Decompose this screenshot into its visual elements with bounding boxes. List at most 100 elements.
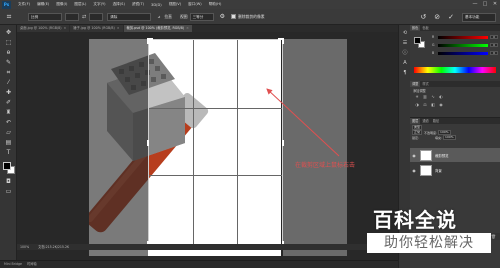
tab-channels[interactable]: 通道 [420, 118, 430, 124]
watermark-title: 百科全说 [373, 208, 457, 232]
text-tool-icon[interactable]: T [3, 148, 14, 157]
red-slider[interactable] [438, 36, 488, 39]
swap-icon[interactable]: ⇄ [82, 14, 86, 20]
blend-mode-select[interactable]: 正常 [412, 130, 423, 135]
exposure-icon[interactable]: ◐ [438, 94, 444, 100]
quick-mask-icon[interactable]: ◘ [3, 177, 14, 186]
tab-paths[interactable]: 路径 [431, 118, 441, 124]
stamp-tool-icon[interactable]: ♜ [3, 108, 14, 117]
blue-slider[interactable] [438, 52, 488, 55]
tab-mini-bridge[interactable]: Mini Bridge [4, 262, 22, 266]
properties-icon[interactable]: ☰ [401, 39, 409, 47]
marquee-tool-icon[interactable]: ⬚ [3, 38, 14, 47]
close-icon[interactable]: × [64, 26, 67, 30]
crop-tool-icon[interactable]: ⌗ [4, 12, 14, 22]
menu-select[interactable]: 选择(S) [113, 2, 125, 7]
menu-edit[interactable]: 编辑(E) [37, 2, 49, 7]
view-label: 视图 [179, 13, 188, 19]
paragraph-icon[interactable]: ¶ [401, 69, 409, 77]
layer-name[interactable]: 裁剪预览 [435, 153, 449, 158]
color-spectrum[interactable] [414, 67, 496, 73]
minimize-button[interactable]: — [470, 0, 480, 9]
menu-layer[interactable]: 图层(L) [74, 2, 86, 7]
levels-icon[interactable]: ▥ [422, 94, 428, 100]
blue-value[interactable]: 0 [490, 51, 498, 55]
character-icon[interactable]: A [401, 59, 409, 67]
gear-icon[interactable]: ⚙ [220, 13, 225, 20]
info-icon[interactable]: ⓘ [401, 49, 409, 57]
green-slider[interactable] [438, 44, 488, 47]
history-icon[interactable]: ⟲ [401, 29, 409, 37]
green-value[interactable]: 0 [490, 43, 498, 47]
view-select[interactable]: 三等分 [189, 12, 214, 21]
healing-tool-icon[interactable]: ✚ [3, 88, 14, 97]
cancel-icon[interactable]: ⊘ [434, 13, 440, 21]
adjustments-panel: 调整 样式 添加调整 ☀ ▥ ∿ ◐ ◑ ⚖ ◧ ◉ [410, 81, 500, 111]
eye-icon[interactable]: ◉ [410, 153, 418, 158]
menu-view[interactable]: 视图(V) [169, 2, 181, 7]
eyedropper-tool-icon[interactable]: ⁄ [3, 78, 14, 87]
straighten-label[interactable]: 拉直 [164, 14, 172, 20]
tab-label: 桌面.jpg @ 100% (RGB/8) [20, 26, 62, 30]
fill-field[interactable]: 100% [443, 135, 456, 140]
layer-name[interactable]: 背景 [435, 168, 442, 173]
screen-mode-icon[interactable]: ▭ [3, 187, 14, 196]
annotation-arrow [266, 88, 340, 157]
menu-filter[interactable]: 滤镜(T) [132, 2, 144, 7]
crop-tool-icon[interactable]: ⌗ [3, 68, 14, 77]
zoom-level[interactable]: 100% [20, 245, 29, 249]
close-icon[interactable]: × [186, 26, 189, 30]
foreground-color-swatch[interactable] [3, 162, 11, 170]
menu-window[interactable]: 窗口(W) [188, 2, 202, 7]
close-icon[interactable]: × [117, 26, 120, 30]
history-brush-icon[interactable]: ↶ [3, 118, 14, 127]
canvas-workspace[interactable]: 在裁剪区域上鼠标右击 [17, 32, 398, 260]
workspace-select[interactable]: 基本功能 [462, 12, 496, 22]
reset-icon[interactable]: ↺ [420, 13, 426, 21]
menu-type[interactable]: 文字(Y) [93, 2, 105, 7]
lasso-tool-icon[interactable]: ɵ [3, 48, 14, 57]
red-value[interactable]: 0 [490, 35, 498, 39]
curves-icon[interactable]: ∿ [430, 94, 436, 100]
height-field[interactable] [89, 12, 104, 21]
lock-label: 锁定: [412, 135, 420, 140]
foreground-color-swatch[interactable] [414, 37, 421, 44]
tab-crop[interactable]: 裁剪.psd @ 100% (裁剪预览, RGB/8) × [123, 25, 192, 32]
maximize-button[interactable]: □ [480, 0, 490, 9]
hue-icon[interactable]: ◑ [414, 102, 420, 108]
straighten-icon[interactable]: ⊿ [157, 14, 160, 19]
doc-info[interactable]: 文档:215.2K/215.2K [38, 245, 69, 249]
delete-pixels-checkbox[interactable] [230, 14, 236, 19]
tab-timeline[interactable]: 时间轴 [27, 262, 37, 266]
commit-icon[interactable]: ✓ [448, 13, 454, 21]
adjustments-title: 添加调整 [413, 89, 426, 93]
tab-adjustments[interactable]: 调整 [410, 81, 421, 87]
watermark: 百科全说 助你轻松解决 [367, 204, 491, 256]
clear-button[interactable]: 清除 [107, 12, 152, 21]
balance-icon[interactable]: ⚖ [422, 102, 428, 108]
brightness-icon[interactable]: ☀ [414, 94, 420, 100]
bw-icon[interactable]: ◧ [430, 102, 436, 108]
gradient-tool-icon[interactable]: ▤ [3, 138, 14, 147]
menu-image[interactable]: 图像(I) [56, 2, 67, 7]
tab-styles[interactable]: 样式 [420, 81, 430, 87]
width-field[interactable] [65, 12, 79, 21]
ratio-select[interactable]: 比例 [28, 12, 62, 21]
trash-icon[interactable]: 🗑 [491, 234, 496, 239]
tab-hammer[interactable]: 锤子.jpg @ 100% (RGB/8) × [70, 25, 123, 32]
menu-3d[interactable]: 3D(D) [151, 3, 162, 7]
document-tabs: 桌面.jpg @ 100% (RGB/8) × 锤子.jpg @ 100% (RG… [17, 25, 398, 32]
menu-help[interactable]: 帮助(H) [209, 2, 222, 7]
brush-tool-icon[interactable]: ✐ [3, 98, 14, 107]
tab-layers[interactable]: 图层 [410, 118, 421, 124]
layer-row-crop-preview[interactable]: ◉ 裁剪预览 [410, 148, 500, 162]
move-tool-icon[interactable]: ✥ [3, 28, 14, 37]
close-button[interactable]: ✕ [490, 0, 500, 9]
eraser-tool-icon[interactable]: ▱ [3, 128, 14, 137]
photo-filter-icon[interactable]: ◉ [438, 102, 444, 108]
quick-select-tool-icon[interactable]: ✎ [3, 58, 14, 67]
tab-desktop[interactable]: 桌面.jpg @ 100% (RGB/8) × [17, 25, 70, 32]
layer-row-background[interactable]: ◉ 背景 [410, 163, 500, 177]
menu-file[interactable]: 文件(F) [18, 2, 30, 7]
eye-icon[interactable]: ◉ [410, 168, 418, 173]
